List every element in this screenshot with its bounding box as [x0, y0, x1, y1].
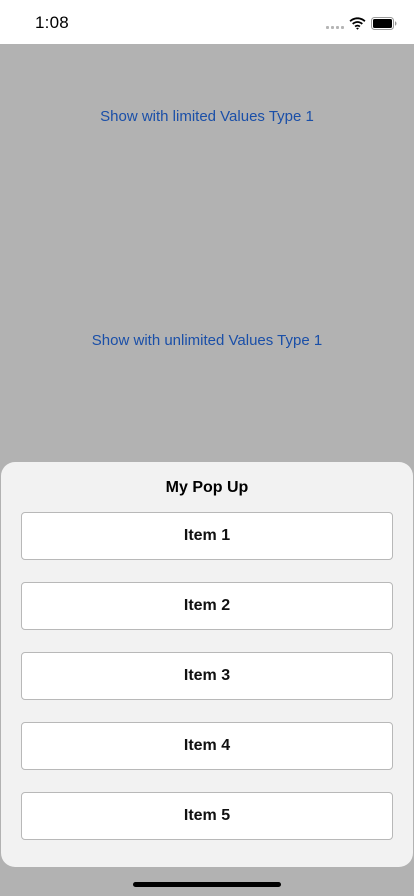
popup-item-5[interactable]: Item 5 [21, 792, 393, 840]
wifi-icon [349, 17, 366, 30]
app-screen: 1:08 Show with limited Values Type 1 Sho… [0, 0, 414, 896]
popup-sheet: My Pop Up Item 1 Item 2 Item 3 Item 4 It… [1, 462, 413, 867]
battery-icon [371, 17, 397, 30]
popup-title: My Pop Up [165, 479, 249, 496]
popup-item-2[interactable]: Item 2 [21, 582, 393, 630]
cellular-signal-icon [326, 26, 345, 30]
popup-item-1[interactable]: Item 1 [21, 512, 393, 560]
home-indicator[interactable] [133, 882, 281, 887]
status-bar: 1:08 [0, 0, 414, 44]
show-unlimited-values-button[interactable]: Show with unlimited Values Type 1 [0, 332, 414, 349]
status-time: 1:08 [35, 13, 69, 32]
show-limited-values-button[interactable]: Show with limited Values Type 1 [0, 108, 414, 125]
popup-item-4[interactable]: Item 4 [21, 722, 393, 770]
popup-item-3[interactable]: Item 3 [21, 652, 393, 700]
